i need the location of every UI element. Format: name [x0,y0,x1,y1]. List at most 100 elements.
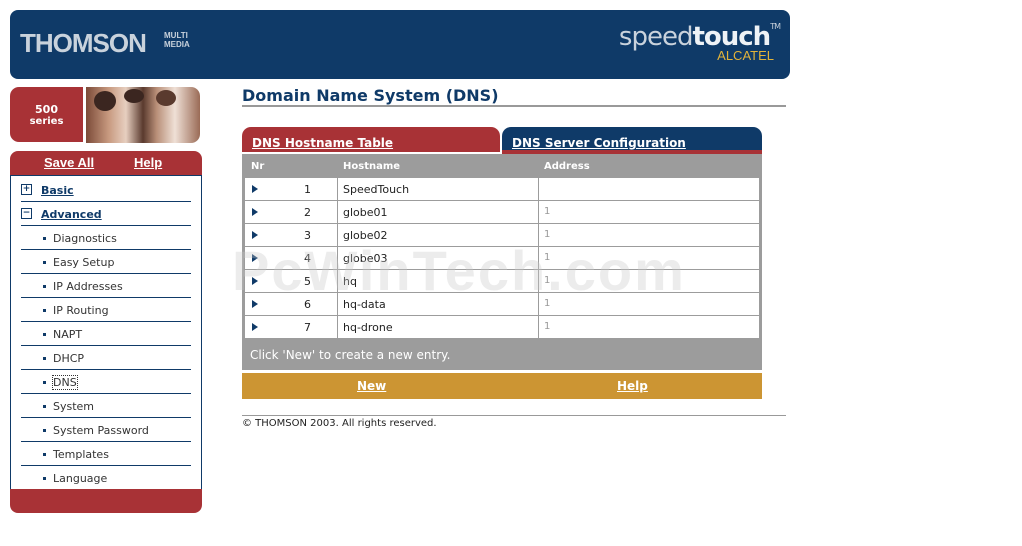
menu-item-label[interactable]: Templates [53,448,109,461]
copyright-text: © THOMSON 2003. All rights reserved. [242,418,437,429]
sidebar-help-link[interactable]: Help [134,155,162,170]
menu-item-label[interactable]: IP Routing [53,304,109,317]
bullet-icon [43,357,46,360]
minus-icon[interactable]: − [21,208,32,219]
menu-item-napt[interactable]: NAPT [21,322,191,346]
sidebar-menu: + Basic − Advanced Diagnostics Easy Setu… [10,175,202,490]
column-divider [538,157,539,340]
menu-item-label[interactable]: Diagnostics [53,232,117,245]
tab-label[interactable]: DNS Hostname Table [252,136,393,150]
row-arrow-icon[interactable] [252,300,258,308]
bullet-icon [43,477,46,480]
row-arrow-icon[interactable] [252,185,258,193]
hostname-table: Nr Hostname Address 1 SpeedTouch 2 globe… [242,154,762,370]
row-nr: 6 [304,298,311,311]
menu-item-label[interactable]: NAPT [53,328,82,341]
table-row[interactable]: 4 globe03 1 [245,247,759,269]
row-address: 1 [544,252,551,263]
menu-item-templates[interactable]: Templates [21,442,191,466]
thomson-logo: THOMSON [20,28,147,58]
row-arrow-icon[interactable] [252,254,258,262]
help-button[interactable]: Help [617,379,648,393]
tab-label[interactable]: DNS Server Configuration [512,136,686,150]
series-label: series [29,116,64,127]
new-button[interactable]: New [357,379,386,393]
bullet-icon [43,261,46,264]
table-row[interactable]: 5 hq 1 [245,270,759,292]
row-address: 1 [544,229,551,240]
column-header-nr: Nr [251,161,265,172]
bullet-icon [43,285,46,288]
tab-dns-server-configuration[interactable]: DNS Server Configuration [502,127,762,152]
table-header: Nr Hostname Address [245,157,759,177]
menu-item-system[interactable]: System [21,394,191,418]
row-nr: 1 [304,183,311,196]
action-bar: New Help [242,371,762,399]
photo-hair [156,90,176,106]
page-title: Domain Name System (DNS) [242,86,499,105]
row-nr: 5 [304,275,311,288]
menu-item-basic[interactable]: + Basic [21,178,191,202]
row-nr: 7 [304,321,311,334]
row-address: 1 [544,298,551,309]
save-all-link[interactable]: Save All [44,155,94,170]
menu-item-label[interactable]: Language [53,472,107,485]
menu-item-easy-setup[interactable]: Easy Setup [21,250,191,274]
menu-item-label[interactable]: System [53,400,94,413]
menu-item-label[interactable]: DNS [52,375,78,390]
row-arrow-icon[interactable] [252,208,258,216]
row-hostname: hq-data [343,298,386,311]
column-divider [337,157,338,340]
table-row[interactable]: 1 SpeedTouch [245,178,759,200]
title-divider [242,105,786,107]
menu-item-dhcp[interactable]: DHCP [21,346,191,370]
photo-hair [94,91,116,111]
menu-item-system-password[interactable]: System Password [21,418,191,442]
tab-dns-hostname-table[interactable]: DNS Hostname Table [242,127,500,152]
row-arrow-icon[interactable] [252,231,258,239]
column-header-hostname: Hostname [343,161,401,172]
menu-item-language[interactable]: Language [21,466,191,489]
bullet-icon [43,381,46,384]
menu-item-label[interactable]: IP Addresses [53,280,123,293]
row-arrow-icon[interactable] [252,323,258,331]
table-row[interactable]: 2 globe01 1 [245,201,759,223]
sidebar-footer [10,489,202,513]
bullet-icon [43,405,46,408]
speed-text: speed [618,22,694,52]
trademark-mark: TM [770,22,781,31]
series-badge: 500 series [10,87,83,142]
row-nr: 2 [304,206,311,219]
row-nr: 3 [304,229,311,242]
table-row[interactable]: 6 hq-data 1 [245,293,759,315]
bullet-icon [43,333,46,336]
menu-item-advanced[interactable]: − Advanced [21,202,191,226]
bullet-icon [43,237,46,240]
menu-item-diagnostics[interactable]: Diagnostics [21,226,191,250]
menu-item-label[interactable]: DHCP [53,352,84,365]
row-arrow-icon[interactable] [252,277,258,285]
photo-hair [124,89,144,103]
menu-item-label[interactable]: System Password [53,424,149,437]
menu-item-ip-addresses[interactable]: IP Addresses [21,274,191,298]
row-hostname: hq [343,275,357,288]
menu-item-label[interactable]: Advanced [41,208,102,221]
row-address: 1 [544,275,551,286]
row-hostname: hq-drone [343,321,393,334]
table-row[interactable]: 3 globe02 1 [245,224,759,246]
row-hostname: globe01 [343,206,388,219]
table-row[interactable]: 7 hq-drone 1 [245,316,759,338]
menu-item-dns[interactable]: DNS [21,370,191,394]
people-photo [86,87,200,143]
row-address: 1 [544,206,551,217]
new-entry-hint: Click 'New' to create a new entry. [250,348,451,362]
plus-icon[interactable]: + [21,184,32,195]
bullet-icon [43,453,46,456]
menu-item-ip-routing[interactable]: IP Routing [21,298,191,322]
row-address: 1 [544,321,551,332]
bullet-icon [43,429,46,432]
menu-item-label[interactable]: Basic [41,184,74,197]
menu-item-label[interactable]: Easy Setup [53,256,114,269]
speedtouch-logo: speedtouchTM ALCATEL [618,22,781,63]
row-hostname: globe03 [343,252,388,265]
